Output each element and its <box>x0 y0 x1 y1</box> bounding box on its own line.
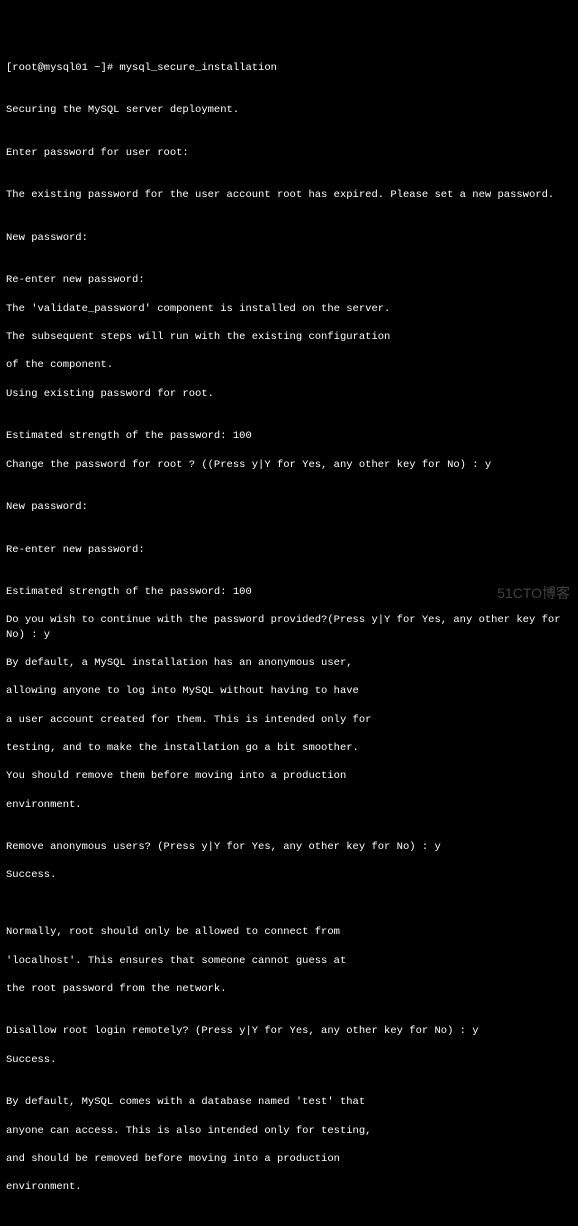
terminal-output: Using existing password for root. <box>6 387 572 401</box>
terminal-output: New password: <box>6 231 572 245</box>
terminal-output: Normally, root should only be allowed to… <box>6 925 572 939</box>
terminal-output: Disallow root login remotely? (Press y|Y… <box>6 1024 572 1038</box>
terminal-output: testing, and to make the installation go… <box>6 741 572 755</box>
terminal-output: Estimated strength of the password: 100 <box>6 429 572 443</box>
terminal-output: Re-enter new password: <box>6 273 572 287</box>
terminal-output: of the component. <box>6 358 572 372</box>
terminal-output: Enter password for user root: <box>6 146 572 160</box>
terminal-output: environment. <box>6 1180 572 1194</box>
terminal-output: By default, MySQL comes with a database … <box>6 1095 572 1109</box>
terminal-output: Re-enter new password: <box>6 543 572 557</box>
terminal-output: a user account created for them. This is… <box>6 713 572 727</box>
terminal-output: anyone can access. This is also intended… <box>6 1124 572 1138</box>
terminal-output: The existing password for the user accou… <box>6 188 572 202</box>
terminal-output: environment. <box>6 798 572 812</box>
terminal-output: Success. <box>6 1053 572 1067</box>
terminal-output: The 'validate_password' component is ins… <box>6 302 572 316</box>
terminal-output: Remove anonymous users? (Press y|Y for Y… <box>6 840 572 854</box>
terminal-output: Securing the MySQL server deployment. <box>6 103 572 117</box>
terminal-output: allowing anyone to log into MySQL withou… <box>6 684 572 698</box>
terminal-output: the root password from the network. <box>6 982 572 996</box>
terminal-output: Estimated strength of the password: 100 <box>6 585 572 599</box>
terminal-output: You should remove them before moving int… <box>6 769 572 783</box>
terminal-output: and should be removed before moving into… <box>6 1152 572 1166</box>
terminal-output: Do you wish to continue with the passwor… <box>6 613 572 641</box>
terminal-output: 'localhost'. This ensures that someone c… <box>6 954 572 968</box>
terminal-output: Success. <box>6 868 572 882</box>
terminal-output: Change the password for root ? ((Press y… <box>6 458 572 472</box>
terminal-output: By default, a MySQL installation has an … <box>6 656 572 670</box>
terminal-output: The subsequent steps will run with the e… <box>6 330 572 344</box>
terminal-output: New password: <box>6 500 572 514</box>
prompt-line: [root@mysql01 ~]# mysql_secure_installat… <box>6 61 572 75</box>
